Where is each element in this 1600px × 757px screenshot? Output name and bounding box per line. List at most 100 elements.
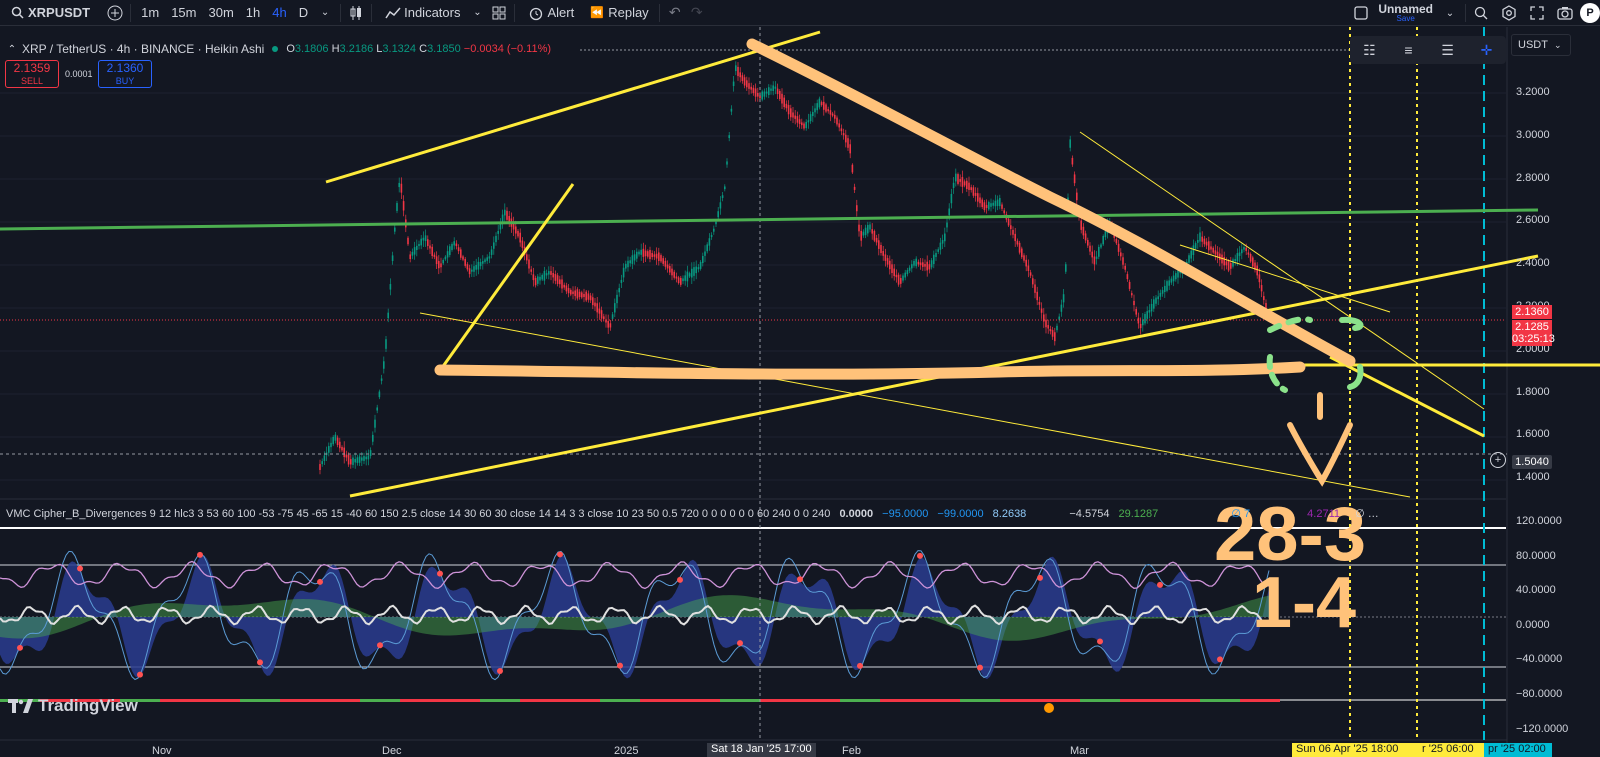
- indicators-button[interactable]: Indicators: [376, 0, 466, 26]
- candle-body: [979, 197, 981, 204]
- timeframe-15m[interactable]: 15m: [165, 5, 202, 20]
- candle-body: [622, 267, 625, 278]
- candle-body: [842, 133, 845, 136]
- candle-body: [1014, 233, 1016, 242]
- candle-body: [433, 254, 436, 257]
- candle-body: [345, 454, 348, 458]
- candle-body: [904, 272, 906, 278]
- oscillator-tick-label: 40.0000: [1516, 584, 1556, 597]
- menu-lines-icon[interactable]: ≡: [1398, 39, 1420, 61]
- green-resistance-line[interactable]: [0, 208, 1539, 231]
- replay-button[interactable]: ⏪ Replay: [580, 0, 654, 26]
- candle-body: [521, 240, 524, 248]
- candle-body: [985, 204, 988, 209]
- candle-body: [897, 274, 900, 285]
- candle-body: [779, 90, 781, 100]
- layout-name-button[interactable]: Unnamed Save: [1378, 3, 1433, 23]
- highlight-time-2: r '25 06:00: [1418, 743, 1484, 757]
- user-avatar[interactable]: P: [1580, 3, 1600, 23]
- candle-body: [376, 407, 378, 411]
- candle-body: [974, 192, 977, 196]
- candle-body: [1230, 263, 1232, 269]
- candle-body: [675, 276, 678, 279]
- redo-icon[interactable]: ↷: [686, 2, 708, 24]
- candle-body: [367, 455, 370, 460]
- camera-icon[interactable]: [1554, 2, 1576, 24]
- trend-bar-segment: [840, 699, 880, 702]
- tradingview-logo-icon: [8, 699, 33, 713]
- candle-body: [495, 235, 497, 243]
- candle-body: [636, 251, 638, 259]
- templates-grid-icon[interactable]: [488, 2, 510, 24]
- chevron-down-icon[interactable]: ⌄: [314, 2, 336, 24]
- trend-bar-segment: [560, 699, 600, 702]
- orange-resistance-line[interactable]: [746, 38, 1356, 367]
- quick-search-icon[interactable]: [1470, 2, 1492, 24]
- symbol-title[interactable]: XRP / TetherUS · 4h · BINANCE · Heikin A…: [22, 42, 264, 56]
- candle-body: [1144, 314, 1146, 324]
- timeframe-30m[interactable]: 30m: [202, 5, 239, 20]
- buy-button[interactable]: 2.1360 BUY: [98, 60, 152, 88]
- candle-body: [867, 225, 869, 234]
- secondary-price: 2.1285: [1515, 321, 1549, 333]
- candle-body: [1203, 238, 1206, 245]
- candle-body: [1168, 280, 1170, 286]
- yellow-descending-line[interactable]: [1329, 355, 1485, 438]
- drawing-tools-strip: ☷ ≡ ☰ ✛: [1350, 36, 1506, 64]
- crosshair-icon[interactable]: ✛: [1476, 39, 1498, 61]
- candle-body: [1016, 240, 1019, 245]
- oscillator-name[interactable]: VMC Cipher_B_Divergences 9 12 hlc3 3 53 …: [6, 508, 830, 520]
- timeframe-1h[interactable]: 1h: [240, 5, 266, 20]
- candle-body: [968, 182, 970, 190]
- candle-body: [924, 264, 926, 267]
- candle-type-icon[interactable]: [345, 2, 367, 24]
- candle-body: [827, 109, 829, 112]
- settings-lines-icon[interactable]: ☷: [1359, 39, 1381, 61]
- trend-bar-segment: [720, 699, 760, 702]
- chart-canvas[interactable]: 28-3 1-4: [0, 27, 1600, 757]
- candle-body: [581, 292, 583, 298]
- collapse-chevron-icon[interactable]: ⌃: [6, 38, 18, 60]
- candle-body: [966, 180, 968, 190]
- orange-support-line[interactable]: [434, 361, 1306, 380]
- candle-body: [460, 249, 462, 258]
- add-plus-icon[interactable]: +: [1490, 452, 1506, 468]
- trend-bar-segment: [880, 699, 920, 702]
- separator: [658, 3, 660, 22]
- chevron-down-icon[interactable]: ⌄: [466, 2, 488, 24]
- candle-body: [506, 210, 508, 220]
- search-icon: [6, 2, 28, 24]
- fullscreen-icon[interactable]: [1526, 2, 1548, 24]
- candle-body: [1087, 240, 1089, 246]
- candle-body: [1146, 311, 1148, 319]
- trend-bar-segment: [680, 699, 720, 702]
- candle-body: [708, 238, 711, 246]
- symbol-search[interactable]: XRPUSDT: [0, 0, 96, 26]
- candle-body: [440, 263, 442, 268]
- candle-body: [457, 247, 460, 252]
- indicators-icon: [382, 2, 404, 24]
- filter-lines-icon[interactable]: ☰: [1437, 39, 1459, 61]
- thin-falling-line-1[interactable]: [419, 312, 1411, 498]
- tradingview-logo[interactable]: TradingView: [8, 696, 138, 716]
- candle-body: [526, 254, 528, 261]
- candle-body: [1197, 239, 1199, 243]
- candle-body: [336, 437, 339, 446]
- alert-button[interactable]: Alert: [519, 0, 580, 26]
- candle-body: [1258, 274, 1261, 283]
- settings-gear-icon[interactable]: [1498, 2, 1520, 24]
- candle-body: [372, 434, 374, 442]
- chevron-down-icon[interactable]: ⌄: [1439, 2, 1461, 24]
- timeframe-4h[interactable]: 4h: [266, 5, 292, 20]
- sell-button[interactable]: 2.1359 SELL: [5, 60, 59, 88]
- candle-body: [475, 264, 477, 270]
- currency-selector[interactable]: USDT ⌄: [1511, 34, 1571, 56]
- layout-square-icon[interactable]: [1350, 2, 1372, 24]
- trend-bar-segment: [600, 699, 640, 702]
- candle-body: [926, 261, 928, 271]
- timeframe-D[interactable]: D: [293, 5, 314, 20]
- timeframe-1m[interactable]: 1m: [135, 5, 165, 20]
- undo-icon[interactable]: ↶: [664, 2, 686, 24]
- compare-add-icon[interactable]: [104, 2, 126, 24]
- trend-bar-segment: [1080, 699, 1120, 702]
